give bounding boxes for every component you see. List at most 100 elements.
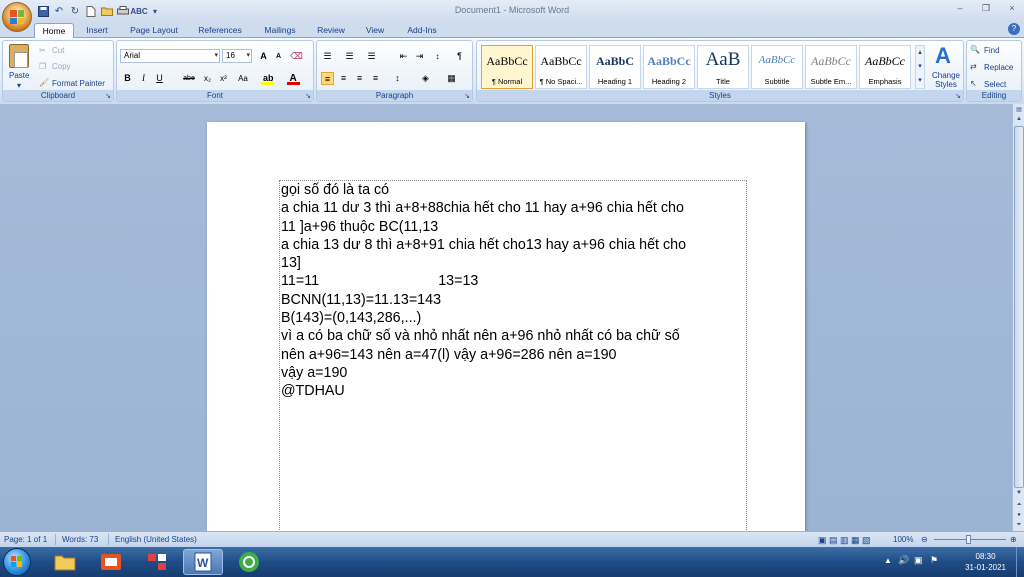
select-icon[interactable]: ↖ bbox=[970, 79, 977, 88]
office-button[interactable] bbox=[2, 2, 32, 32]
tab-view[interactable]: View bbox=[358, 23, 392, 38]
zoom-in-icon[interactable]: ⊕ bbox=[1010, 535, 1017, 544]
font-color-icon[interactable]: A bbox=[287, 72, 300, 85]
font-launcher-icon[interactable]: ↘ bbox=[305, 92, 311, 100]
grow-font-button[interactable]: A bbox=[257, 50, 270, 63]
bullets-icon[interactable]: ☰ bbox=[321, 50, 334, 63]
tab-insert[interactable]: Insert bbox=[78, 23, 116, 38]
show-desktop-button[interactable] bbox=[1016, 547, 1024, 577]
align-center-icon[interactable]: ≡ bbox=[337, 72, 350, 85]
scroll-up-icon[interactable]: ▲ bbox=[1013, 116, 1024, 125]
format-painter-icon[interactable]: 🖌 bbox=[39, 78, 49, 87]
highlight-icon[interactable]: ab bbox=[261, 72, 274, 85]
select-button[interactable]: Select bbox=[984, 80, 1006, 89]
paste-button[interactable]: Paste bbox=[9, 71, 29, 80]
page-count[interactable]: Page: 1 of 1 bbox=[4, 535, 47, 544]
paste-dropdown-icon[interactable]: ▾ bbox=[17, 81, 21, 90]
paragraph-launcher-icon[interactable]: ↘ bbox=[464, 92, 470, 100]
next-page-icon[interactable]: ⏷ bbox=[1013, 522, 1024, 531]
language-indicator[interactable]: English (United States) bbox=[115, 535, 197, 544]
clock[interactable]: 08:30 31-01-2021 bbox=[965, 551, 1006, 573]
taskbar-network-button[interactable] bbox=[137, 549, 177, 575]
align-left-icon[interactable]: ≡ bbox=[321, 72, 334, 85]
browse-object-icon[interactable]: ● bbox=[1013, 512, 1024, 521]
clipboard-launcher-icon[interactable]: ↘ bbox=[105, 92, 111, 100]
tab-page-layout[interactable]: Page Layout bbox=[124, 23, 184, 38]
find-button[interactable]: Find bbox=[984, 46, 1000, 55]
volume-icon[interactable]: 🔊 bbox=[898, 555, 909, 566]
style-title[interactable]: AaB Title bbox=[697, 45, 749, 89]
font-size-combo[interactable]: 16 ▾ bbox=[222, 49, 252, 63]
network-tray-icon[interactable]: ▣ bbox=[914, 555, 923, 566]
ruler-toggle-icon[interactable]: ▤ bbox=[1013, 106, 1024, 115]
cut-button[interactable]: Cut bbox=[52, 46, 64, 55]
superscript-button[interactable]: x² bbox=[217, 72, 230, 85]
tab-add-ins[interactable]: Add-Ins bbox=[400, 23, 444, 38]
style-normal[interactable]: AaBbCc ¶ Normal bbox=[481, 45, 533, 89]
shrink-font-button[interactable]: A bbox=[272, 50, 285, 63]
show-hide-icon[interactable]: ¶ bbox=[453, 50, 466, 63]
change-styles-button[interactable]: Change Styles bbox=[929, 71, 963, 89]
previous-page-icon[interactable]: ⏶ bbox=[1013, 502, 1024, 511]
taskbar-word-button[interactable]: W bbox=[183, 549, 223, 575]
styles-launcher-icon[interactable]: ↘ bbox=[955, 92, 961, 100]
copy-button[interactable]: Copy bbox=[52, 62, 71, 71]
taskbar-coccoc-button[interactable] bbox=[229, 549, 269, 575]
underline-button[interactable]: U bbox=[153, 72, 166, 85]
word-count[interactable]: Words: 73 bbox=[62, 535, 98, 544]
tab-home[interactable]: Home bbox=[34, 23, 74, 38]
minimize-button[interactable]: – bbox=[950, 3, 970, 17]
format-painter-button[interactable]: Format Painter bbox=[52, 79, 105, 88]
scroll-down-icon[interactable]: ▼ bbox=[1013, 490, 1024, 499]
decrease-indent-icon[interactable]: ⇤ bbox=[397, 50, 410, 63]
strikethrough-button[interactable]: abe bbox=[181, 72, 197, 85]
numbering-icon[interactable]: ☰ bbox=[343, 50, 356, 63]
cut-icon[interactable]: ✂ bbox=[39, 46, 46, 55]
shading-icon[interactable]: ◈ bbox=[419, 72, 432, 85]
italic-button[interactable]: I bbox=[137, 72, 150, 85]
restore-button[interactable]: ❐ bbox=[976, 3, 996, 17]
start-button[interactable] bbox=[3, 548, 31, 576]
text-box[interactable]: gọi số đó là ta có a chia 11 dư 3 thì a+… bbox=[279, 180, 747, 531]
style-subtle-emphasis[interactable]: AaBbCc Subtle Em... bbox=[805, 45, 857, 89]
view-buttons-icon[interactable]: ▣ ▤ ▥ ▦ ▧ bbox=[818, 535, 871, 546]
show-hidden-icons[interactable]: ▲ bbox=[884, 556, 892, 565]
justify-icon[interactable]: ≡ bbox=[369, 72, 382, 85]
sort-icon[interactable]: ↕ bbox=[431, 50, 444, 63]
align-right-icon[interactable]: ≡ bbox=[353, 72, 366, 85]
borders-icon[interactable]: ▦ bbox=[445, 72, 458, 85]
tab-references[interactable]: References bbox=[192, 23, 248, 38]
style-no-spacing[interactable]: AaBbCc ¶ No Spaci... bbox=[535, 45, 587, 89]
replace-icon[interactable]: ⇄ bbox=[970, 62, 977, 71]
vertical-scrollbar[interactable]: ▤ ▲ ▼ ⏶ ● ⏷ bbox=[1012, 104, 1024, 531]
styles-scroll-icon[interactable]: ▴ ▾ ▾ bbox=[915, 45, 925, 89]
multilevel-list-icon[interactable]: ☰ bbox=[365, 50, 378, 63]
taskbar-explorer-button[interactable] bbox=[45, 549, 85, 575]
zoom-slider-thumb[interactable] bbox=[966, 535, 971, 544]
document-text[interactable]: gọi số đó là ta có a chia 11 dư 3 thì a+… bbox=[281, 181, 747, 401]
taskbar-app-button[interactable] bbox=[91, 549, 131, 575]
bold-button[interactable]: B bbox=[121, 72, 134, 85]
style-heading-1[interactable]: AaBbC Heading 1 bbox=[589, 45, 641, 89]
tab-review[interactable]: Review bbox=[312, 23, 350, 38]
change-styles-icon[interactable]: A bbox=[935, 43, 951, 69]
increase-indent-icon[interactable]: ⇥ bbox=[413, 50, 426, 63]
replace-button[interactable]: Replace bbox=[984, 63, 1013, 72]
style-emphasis[interactable]: AaBbCc Emphasis bbox=[859, 45, 911, 89]
find-icon[interactable]: 🔍 bbox=[970, 45, 980, 54]
document-page[interactable]: gọi số đó là ta có a chia 11 dư 3 thì a+… bbox=[207, 122, 805, 531]
scroll-thumb[interactable] bbox=[1014, 126, 1024, 488]
style-heading-2[interactable]: AaBbCc Heading 2 bbox=[643, 45, 695, 89]
close-button[interactable]: × bbox=[1002, 3, 1022, 17]
help-icon[interactable]: ? bbox=[1008, 23, 1020, 35]
paste-icon[interactable] bbox=[9, 44, 29, 68]
style-subtitle[interactable]: AaBbCc Subtitle bbox=[751, 45, 803, 89]
copy-icon[interactable]: ❐ bbox=[39, 62, 46, 71]
action-center-icon[interactable]: ⚑ bbox=[930, 555, 938, 566]
line-spacing-icon[interactable]: ↕ bbox=[391, 72, 404, 85]
zoom-out-icon[interactable]: ⊖ bbox=[921, 535, 928, 544]
font-family-combo[interactable]: Arial ▾ bbox=[120, 49, 220, 63]
change-case-button[interactable]: Aa bbox=[235, 72, 251, 85]
clear-formatting-icon[interactable]: ⌫ bbox=[290, 50, 303, 63]
zoom-level[interactable]: 100% bbox=[893, 535, 913, 544]
